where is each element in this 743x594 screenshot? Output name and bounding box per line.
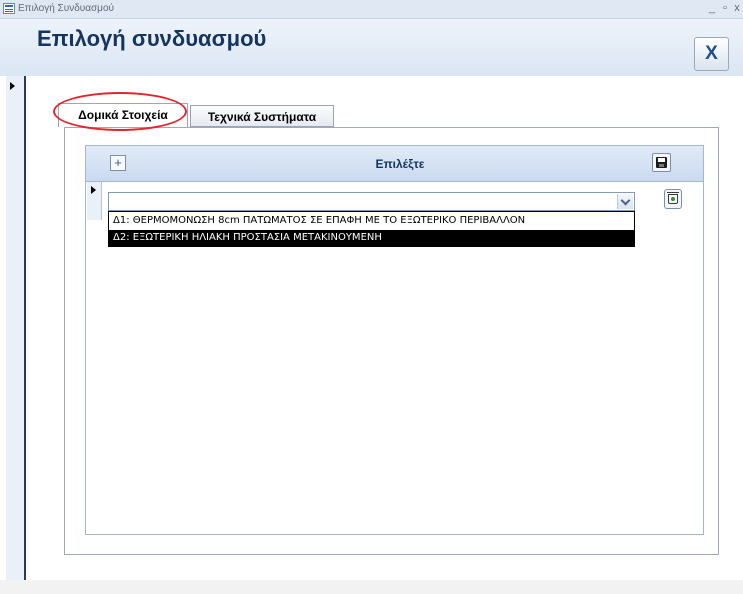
save-button[interactable] [652,153,671,172]
subform-heading: Επιλέξτε [375,157,425,171]
plus-icon: + [114,155,122,170]
window-title-bar: Επιλογή Συνδυασμού _ ▫ x [0,0,743,19]
page-title: Επιλογή συνδυασμού [37,26,267,51]
add-button[interactable]: + [110,155,126,171]
dropdown-option-selected[interactable]: Δ2: ΕΞΩΤΕΡΙΚΗ ΗΛΙΑΚΗ ΠΡΟΣΤΑΣΙΑ ΜΕΤΑΚΙΝΟΥ… [109,230,634,246]
record-selector[interactable] [6,76,26,580]
dropdown-list: Δ1: ΘΕΡΜΟΜΟΝΩΣΗ 8cm ΠΑΤΩΜΑΤΟΣ ΣΕ ΕΠΑΦΗ Μ… [108,211,635,247]
window-title: Επιλογή Συνδυασμού [18,3,114,14]
window-close-button[interactable]: x [731,2,743,14]
maximize-button[interactable]: ▫ [719,2,731,14]
record-selector-arrow-icon [91,186,96,194]
form-icon [3,3,15,14]
highlight-circle [53,92,187,131]
dropdown-option[interactable]: Δ1: ΘΕΡΜΟΜΟΝΩΣΗ 8cm ΠΑΤΩΜΑΤΟΣ ΣΕ ΕΠΑΦΗ Μ… [109,213,634,229]
minimize-button[interactable]: _ [706,2,718,14]
chevron-down-icon [620,195,631,206]
dropdown-button[interactable] [617,194,633,209]
close-form-button[interactable]: X [694,37,729,71]
tab-technical-systems[interactable]: Τεχνικά Συστήματα [190,105,334,127]
save-icon [656,157,667,168]
trash-icon [667,192,679,204]
record-selector-arrow-icon [10,82,15,90]
delete-button[interactable] [664,189,682,209]
combination-select[interactable] [108,192,635,211]
row-selector[interactable] [87,182,102,220]
status-strip [0,580,743,594]
